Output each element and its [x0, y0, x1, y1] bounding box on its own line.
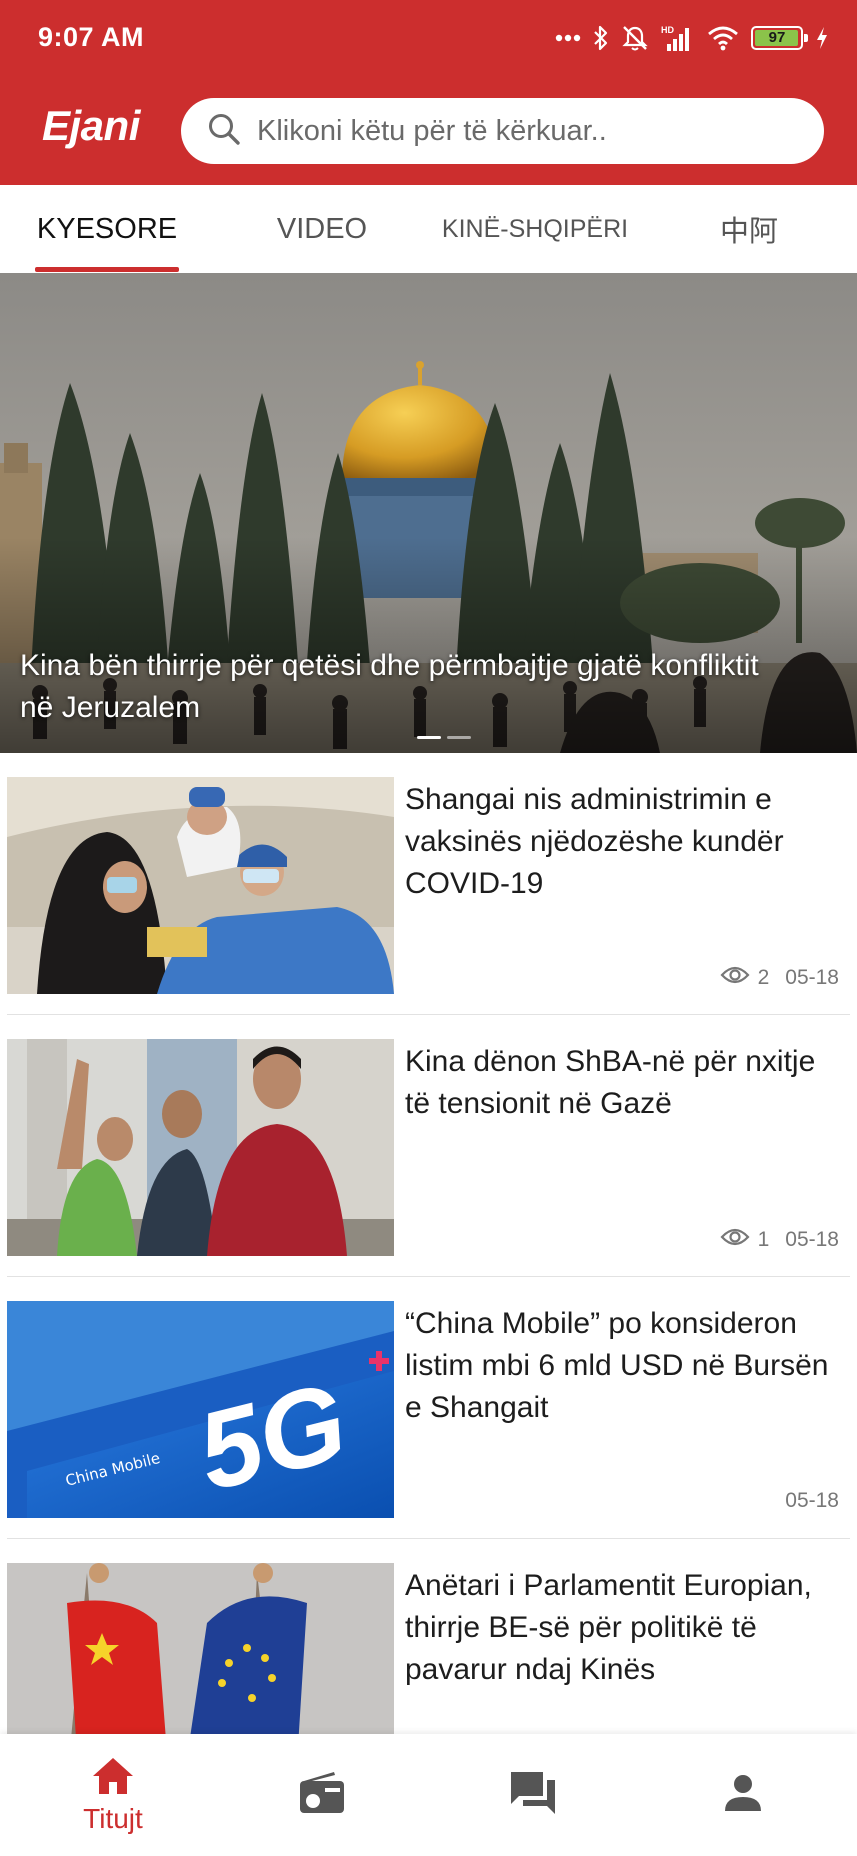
eye-icon — [720, 1227, 750, 1253]
search-bar[interactable] — [181, 98, 824, 164]
more-dots-icon — [555, 34, 581, 42]
search-input[interactable] — [257, 114, 797, 148]
home-icon — [91, 1756, 135, 1801]
article-date: 05-18 — [785, 1228, 839, 1251]
article-title: “China Mobile” po konsideron listim mbi … — [405, 1307, 829, 1424]
list-item[interactable]: Shangai nis administrimin e vaksinës një… — [0, 753, 857, 1015]
nav-profile[interactable] — [683, 1734, 803, 1856]
carousel-indicator — [417, 736, 471, 739]
article-thumbnail — [7, 777, 394, 994]
tab-zhong-a[interactable]: 中阿 — [712, 185, 786, 273]
bluetooth-icon — [593, 25, 609, 51]
svg-text:HD: HD — [661, 25, 674, 35]
charging-icon — [815, 26, 829, 50]
list-item[interactable]: 5G China Mobile “China Mobile” po konsid… — [0, 1277, 857, 1539]
chat-icon — [509, 1770, 557, 1821]
tab-kine-shqiperi[interactable]: KINË-SHQIPËRI — [436, 185, 634, 273]
carousel-dot — [417, 736, 441, 739]
list-item[interactable]: Kina dënon ShBA-në për nxitje të tension… — [0, 1015, 857, 1277]
nav-radio[interactable] — [262, 1734, 382, 1856]
eye-icon — [720, 965, 750, 991]
tab-video[interactable]: VIDEO — [262, 185, 382, 273]
nav-home-label: Titujt — [83, 1802, 143, 1834]
article-meta: 2 05-18 — [720, 965, 839, 991]
article-thumbnail — [7, 1039, 394, 1256]
mute-icon — [621, 24, 649, 52]
radio-icon — [298, 1771, 346, 1820]
nav-messages[interactable] — [473, 1734, 593, 1856]
view-count: 2 — [757, 966, 770, 989]
bottom-navigation: Titujt — [0, 1734, 857, 1856]
category-tabs: KYESORE VIDEO KINË-SHQIPËRI 中阿 — [0, 185, 857, 273]
hero-title: Kina bën thirrje për qetësi dhe përmbajt… — [20, 649, 759, 724]
app-logo: Ejani — [42, 102, 140, 149]
article-title: Shangai nis administrimin e vaksinës një… — [405, 783, 784, 900]
hd-signal-icon: HD — [661, 24, 695, 52]
person-icon — [723, 1773, 763, 1818]
app-header: 9:07 AM HD 97 Ejani — [0, 0, 857, 185]
article-title: Anëtari i Parlamentit Europian, thirrje … — [405, 1569, 812, 1686]
battery-percent: 97 — [768, 29, 786, 46]
status-time: 9:07 AM — [38, 22, 145, 52]
tab-kyesore[interactable]: KYESORE — [35, 185, 179, 273]
wifi-icon — [707, 25, 739, 51]
article-date: 05-18 — [785, 966, 839, 989]
hero-carousel[interactable]: Kina bën thirrje për qetësi dhe përmbajt… — [0, 273, 857, 753]
article-thumbnail: 5G China Mobile — [7, 1301, 394, 1518]
battery-icon: 97 — [751, 26, 808, 50]
article-title: Kina dënon ShBA-në për nxitje të tension… — [405, 1045, 816, 1120]
carousel-dot — [447, 736, 471, 739]
active-tab-indicator — [35, 267, 179, 272]
view-count: 1 — [757, 1228, 770, 1251]
article-meta: 05-18 — [785, 1489, 839, 1513]
status-icons: HD 97 — [555, 20, 829, 56]
article-meta: 1 05-18 — [720, 1227, 839, 1253]
article-date: 05-18 — [785, 1489, 839, 1512]
search-icon — [207, 112, 241, 151]
nav-home[interactable]: Titujt — [53, 1734, 173, 1856]
